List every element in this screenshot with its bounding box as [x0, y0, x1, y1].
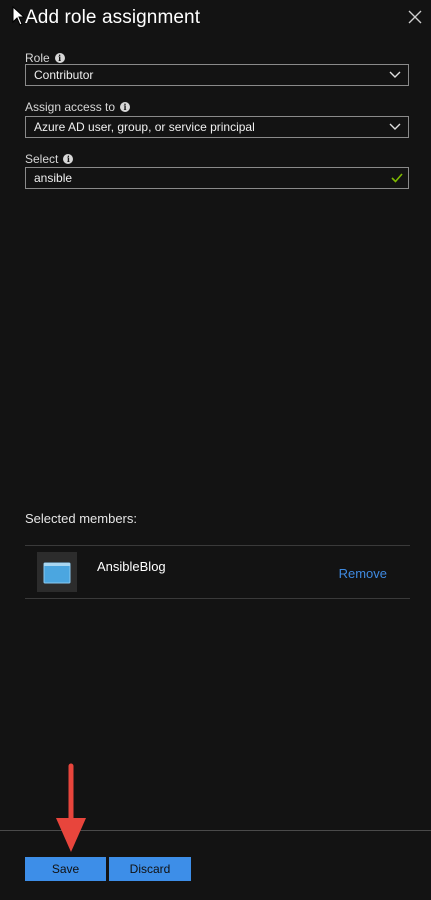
selected-members-heading: Selected members:	[25, 511, 137, 526]
remove-member-link[interactable]: Remove	[339, 566, 387, 581]
role-value: Contributor	[34, 68, 94, 82]
assign-access-label-group: Assign access to i	[25, 100, 131, 114]
divider	[25, 598, 410, 599]
select-label: Select	[25, 152, 59, 166]
assign-access-value: Azure AD user, group, or service princip…	[34, 120, 255, 134]
mouse-cursor-icon	[12, 6, 26, 26]
chevron-down-icon	[389, 71, 401, 78]
discard-button[interactable]: Discard	[109, 857, 191, 881]
info-icon[interactable]: i	[63, 154, 74, 164]
avatar	[37, 552, 77, 592]
info-icon[interactable]: i	[54, 53, 65, 63]
red-arrow-icon	[56, 763, 86, 852]
select-label-group: Select i	[25, 152, 74, 166]
assign-access-dropdown[interactable]: Azure AD user, group, or service princip…	[25, 116, 409, 138]
app-window-icon	[43, 562, 71, 584]
info-icon[interactable]: i	[120, 102, 131, 112]
close-icon[interactable]	[405, 7, 425, 27]
role-dropdown[interactable]: Contributor	[25, 64, 409, 86]
member-name: AnsibleBlog	[97, 559, 166, 574]
select-search-input[interactable]	[34, 171, 374, 185]
assign-access-label: Assign access to	[25, 100, 116, 114]
select-search-box[interactable]	[25, 167, 409, 189]
add-role-assignment-panel: Add role assignment Role i Contributor A…	[0, 0, 431, 900]
panel-title: Add role assignment	[25, 7, 201, 28]
chevron-down-icon	[389, 123, 401, 130]
role-label: Role	[25, 51, 50, 65]
checkmark-icon	[391, 173, 403, 183]
list-item[interactable]: AnsibleBlog Remove	[25, 546, 410, 598]
role-label-group: Role i	[25, 51, 65, 65]
save-button[interactable]: Save	[25, 857, 106, 881]
